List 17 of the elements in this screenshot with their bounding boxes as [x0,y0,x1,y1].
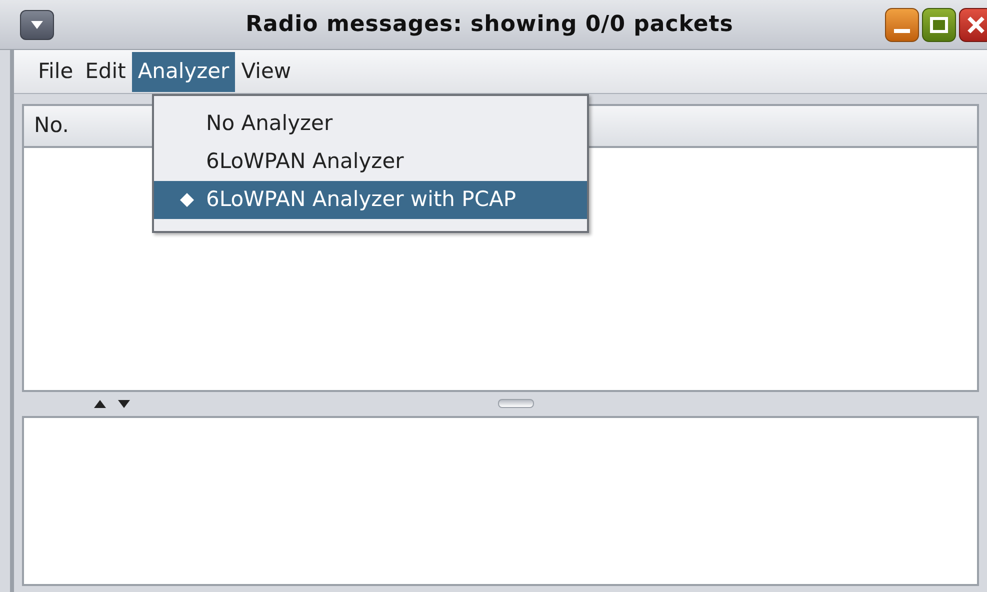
analyzer-option[interactable]: 6LoWPAN Analyzer [154,143,587,181]
analyzer-option[interactable]: No Analyzer [154,105,587,143]
caret-icon [31,20,43,28]
close-button[interactable] [959,8,987,42]
expand-up-icon[interactable] [94,400,106,408]
window-title: Radio messages: showing 0/0 packets [244,11,734,39]
close-icon [967,16,985,34]
menu-item[interactable]: Edit [79,52,132,92]
analyzer-option[interactable]: 6LoWPAN Analyzer with PCAP [154,181,587,219]
menu-item[interactable]: File [32,52,80,92]
window-menu-button[interactable] [20,10,54,40]
menu-item[interactable]: Analyzer [132,52,236,92]
menu-item[interactable]: View [235,52,298,92]
maximize-button[interactable] [922,8,956,42]
divider-grip[interactable] [498,399,534,408]
minimize-button[interactable] [885,8,919,42]
collapse-down-icon[interactable] [118,400,130,408]
